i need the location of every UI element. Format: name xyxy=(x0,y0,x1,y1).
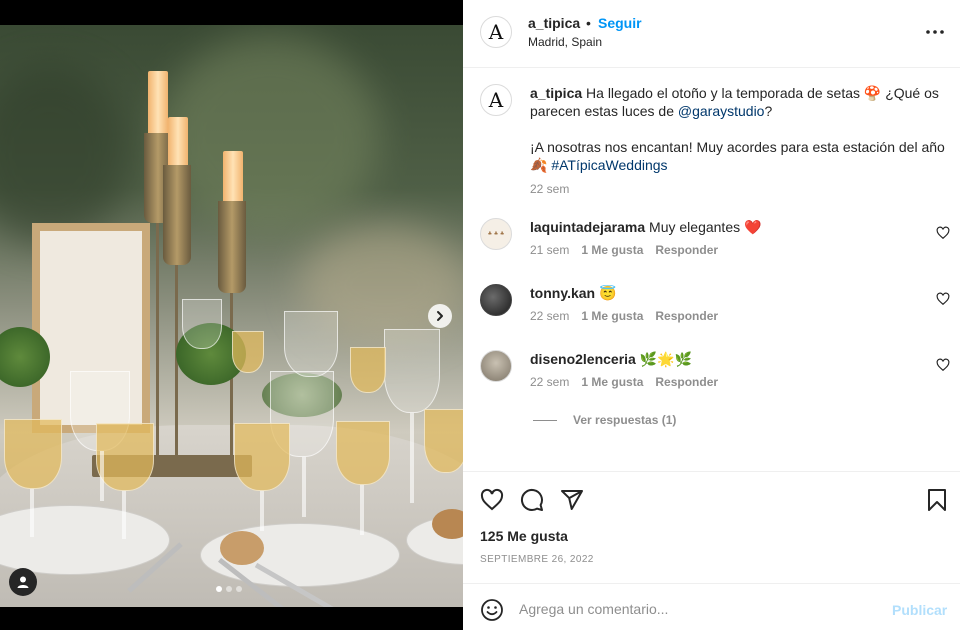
carousel-dot xyxy=(236,586,242,592)
comment-time[interactable]: 22 sem xyxy=(530,375,569,389)
glass-stem xyxy=(30,489,34,537)
publish-button[interactable]: Publicar xyxy=(892,602,947,618)
comment-item: tonny.kan 😇 22 sem 1 Me gusta Responder xyxy=(480,284,950,344)
carousel-next-button[interactable] xyxy=(428,304,452,328)
bread-roll xyxy=(220,531,264,565)
amber-glass xyxy=(424,409,463,473)
candle-holder xyxy=(163,165,191,265)
reply-button[interactable]: Responder xyxy=(655,309,718,323)
amber-glass xyxy=(336,421,390,485)
comment-body: Muy elegantes ❤️ xyxy=(649,219,762,235)
commenter-username[interactable]: tonny.kan xyxy=(530,285,595,301)
heart-icon[interactable] xyxy=(480,488,504,512)
more-horizontal-icon[interactable] xyxy=(923,22,947,42)
comment-likes[interactable]: 1 Me gusta xyxy=(581,375,643,389)
header-separator: • xyxy=(586,15,591,31)
comment-time[interactable]: 21 sem xyxy=(530,243,569,257)
amber-glass xyxy=(234,423,290,491)
amber-glass xyxy=(350,347,386,393)
user-tag-icon xyxy=(17,576,29,588)
post-header: A a_tipica • Seguir Madrid, Spain xyxy=(463,0,960,68)
carousel-dot xyxy=(226,586,232,592)
avatar-text: ♣ ♣ ♣ xyxy=(487,231,505,237)
emoji-icon[interactable] xyxy=(480,598,504,622)
wine-glass xyxy=(182,299,222,349)
author-avatar[interactable]: A xyxy=(480,16,512,48)
view-replies-label: Ver respuestas (1) xyxy=(573,413,677,427)
bookmark-icon[interactable] xyxy=(925,488,949,512)
caption-time[interactable]: 22 sem xyxy=(530,180,950,198)
background-bokeh xyxy=(160,35,380,235)
comment-text: laquintadejarama Muy elegantes ❤️ xyxy=(530,218,920,236)
likes-count[interactable]: 125 Me gusta xyxy=(480,528,568,544)
comment-meta: 21 sem 1 Me gusta Responder xyxy=(530,243,718,257)
carousel-dot xyxy=(216,586,222,592)
glass-stem xyxy=(360,485,364,535)
amber-glass xyxy=(232,331,264,373)
commenter-username[interactable]: diseno2lenceria xyxy=(530,351,636,367)
caption-text: a_tipica Ha llegado el otoño y la tempor… xyxy=(530,84,950,198)
glass-stem xyxy=(122,491,126,539)
wine-glass xyxy=(284,311,338,377)
caption-username[interactable]: a_tipica xyxy=(530,85,582,101)
commenter-avatar[interactable] xyxy=(480,350,512,382)
heart-icon[interactable] xyxy=(936,358,950,372)
avatar-letter: A xyxy=(488,20,504,44)
reply-button[interactable]: Responder xyxy=(655,375,718,389)
view-replies-button[interactable]: Ver respuestas (1) xyxy=(533,413,676,427)
share-icon[interactable] xyxy=(560,488,584,512)
comment-likes[interactable]: 1 Me gusta xyxy=(581,243,643,257)
amber-glass xyxy=(96,423,154,491)
author-username[interactable]: a_tipica xyxy=(528,15,580,31)
carousel-indicator xyxy=(216,586,242,592)
post-modal: A a_tipica • Seguir Madrid, Spain A a_ti… xyxy=(0,0,960,630)
caption-hashtag[interactable]: #ATípicaWeddings xyxy=(551,157,667,173)
caption-mention[interactable]: @garaystudio xyxy=(678,103,765,119)
post-location[interactable]: Madrid, Spain xyxy=(528,35,602,49)
post-side-panel: A a_tipica • Seguir Madrid, Spain A a_ti… xyxy=(463,0,960,630)
candle-holder xyxy=(218,201,246,293)
background-bokeh xyxy=(0,65,130,245)
comment-composer: Publicar xyxy=(463,583,960,630)
comment-meta: 22 sem 1 Me gusta Responder xyxy=(530,375,718,389)
amber-glass xyxy=(4,419,62,489)
caption-body: ? xyxy=(764,103,773,119)
comment-body: 😇 xyxy=(598,285,617,301)
glass-stem xyxy=(302,457,306,517)
comments-section[interactable]: A a_tipica Ha llegado el otoño y la temp… xyxy=(463,69,960,471)
comment-body: 🌿🌟🌿 xyxy=(639,351,693,367)
post-date[interactable]: SEPTIEMBRE 26, 2022 xyxy=(480,554,594,565)
reply-button[interactable]: Responder xyxy=(655,243,718,257)
avatar-letter: A xyxy=(488,88,504,112)
comment-item: ♣ ♣ ♣ laquintadejarama Muy elegantes ❤️ … xyxy=(480,218,950,278)
glass-stem xyxy=(410,413,414,503)
tagged-users-button[interactable] xyxy=(9,568,37,596)
glass-stem xyxy=(100,451,104,501)
comment-item: diseno2lenceria 🌿🌟🌿 22 sem 1 Me gusta Re… xyxy=(480,350,950,410)
comment-time[interactable]: 22 sem xyxy=(530,309,569,323)
glass-stem xyxy=(260,491,264,531)
author-avatar[interactable]: A xyxy=(480,84,512,116)
commenter-avatar[interactable]: ♣ ♣ ♣ xyxy=(480,218,512,250)
candle-stem xyxy=(156,195,159,455)
heart-icon[interactable] xyxy=(936,292,950,306)
post-photo[interactable] xyxy=(0,25,463,607)
commenter-avatar[interactable] xyxy=(480,284,512,316)
wine-glass xyxy=(384,329,440,413)
comment-meta: 22 sem 1 Me gusta Responder xyxy=(530,309,718,323)
comment-icon[interactable] xyxy=(520,488,544,512)
comment-text: tonny.kan 😇 xyxy=(530,284,920,302)
commenter-username[interactable]: laquintadejarama xyxy=(530,219,645,235)
follow-button[interactable]: Seguir xyxy=(598,15,642,31)
replies-divider xyxy=(533,419,557,421)
comment-likes[interactable]: 1 Me gusta xyxy=(581,309,643,323)
post-actions: 125 Me gusta SEPTIEMBRE 26, 2022 xyxy=(463,471,960,583)
chevron-right-icon xyxy=(437,311,443,321)
heart-icon[interactable] xyxy=(936,226,950,240)
comment-text: diseno2lenceria 🌿🌟🌿 xyxy=(530,350,920,368)
comment-input[interactable] xyxy=(519,596,879,622)
